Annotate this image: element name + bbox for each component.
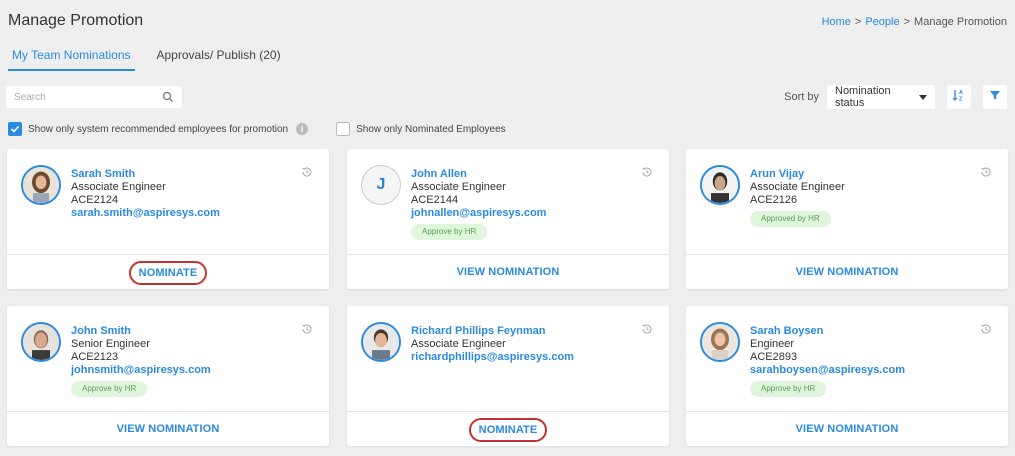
history-icon[interactable] [301,322,313,340]
page-title: Manage Promotion [8,12,144,29]
avatar [21,165,61,205]
employee-card: Arun Vijay Associate Engineer ACE2126 Ap… [686,149,1008,289]
checkbox-checked-icon[interactable] [8,122,22,136]
nominate-button[interactable]: NOMINATE [128,261,208,285]
view-nomination-button[interactable]: VIEW NOMINATION [117,423,220,435]
breadcrumb-separator: > [903,16,911,28]
sort-az-icon: A Z [952,88,966,107]
employee-name[interactable]: John Smith [71,325,211,338]
filter-icon [989,88,1001,106]
employee-role: Senior Engineer [71,338,150,350]
info-icon[interactable]: i [296,123,309,135]
employee-name[interactable]: Sarah Smith [71,168,220,181]
tab-approvals-publish[interactable]: Approvals/ Publish (20) [153,46,291,71]
employee-code: ACE2144 [411,194,459,206]
svg-text:A: A [959,90,963,96]
avatar [700,165,740,205]
history-icon[interactable] [980,165,992,183]
employee-email[interactable]: sarahboysen@aspiresys.com [750,364,905,377]
breadcrumb-current: Manage Promotion [914,16,1007,28]
tab-my-team-nominations[interactable]: My Team Nominations [8,46,135,71]
avatar [361,322,401,362]
status-badge: Approved by HR [750,211,831,227]
status-badge: Approve by HR [750,381,827,397]
avatar: J [361,165,401,205]
employee-role: Associate Engineer [411,181,506,193]
filter-checkboxes: Show only system recommended employees f… [8,122,506,136]
status-badge: Approve by HR [411,224,488,240]
employee-email[interactable]: sarah.smith@aspiresys.com [71,207,220,220]
search-box [6,86,182,108]
employee-card: Sarah Smith Associate Engineer ACE2124 s… [7,149,329,289]
breadcrumb-separator: > [854,16,862,28]
employee-name[interactable]: Arun Vijay [750,168,845,181]
breadcrumb-people[interactable]: People [865,16,899,28]
view-nomination-button[interactable]: VIEW NOMINATION [457,266,560,278]
caret-down-icon [919,94,927,100]
recommended-checkbox[interactable]: Show only system recommended employees f… [8,122,309,136]
history-icon[interactable] [641,165,653,183]
recommended-label: Show only system recommended employees f… [28,123,289,135]
employee-role: Associate Engineer [750,181,845,193]
sort-order-button[interactable]: A Z [947,85,971,109]
filter-button[interactable] [983,85,1007,109]
employee-email[interactable]: richardphillips@aspiresys.com [411,351,574,364]
tab-bar: My Team Nominations Approvals/ Publish (… [8,46,291,71]
sort-bar: Sort by Nomination status A Z [784,85,1007,109]
employee-code: ACE2893 [750,351,798,363]
employee-email[interactable]: johnsmith@aspiresys.com [71,364,211,377]
employee-email[interactable]: johnallen@aspiresys.com [411,207,546,220]
employee-role: Engineer [750,338,795,350]
employee-role: Associate Engineer [411,338,506,350]
employee-card: J John Allen Associate Engineer ACE2144 … [347,149,669,289]
view-nomination-button[interactable]: VIEW NOMINATION [796,266,899,278]
search-icon[interactable] [162,91,174,103]
avatar [700,322,740,362]
employee-code: ACE2124 [71,194,119,206]
avatar [21,322,61,362]
employee-code: ACE2123 [71,351,119,363]
sort-select[interactable]: Nomination status [827,85,935,109]
nominated-label: Show only Nominated Employees [356,123,506,135]
employee-name[interactable]: John Allen [411,168,546,181]
employee-card: Richard Phillips Feynman Associate Engin… [347,306,669,446]
breadcrumb-home[interactable]: Home [822,16,851,28]
view-nomination-button[interactable]: VIEW NOMINATION [796,423,899,435]
sort-label: Sort by [784,91,819,103]
nominated-checkbox[interactable]: Show only Nominated Employees [336,122,506,136]
employee-card: John Smith Senior Engineer ACE2123 johns… [7,306,329,446]
sort-value: Nomination status [835,85,891,109]
employee-role: Associate Engineer [71,181,166,193]
search-input[interactable] [14,91,154,103]
breadcrumb: Home > People > Manage Promotion [822,16,1007,28]
nominate-button[interactable]: NOMINATE [468,418,548,442]
status-badge: Approve by HR [71,381,148,397]
employee-name[interactable]: Richard Phillips Feynman [411,325,574,338]
svg-text:Z: Z [959,96,963,102]
history-icon[interactable] [641,322,653,340]
employee-code: ACE2126 [750,194,798,206]
history-icon[interactable] [301,165,313,183]
history-icon[interactable] [980,322,992,340]
checkbox-unchecked-icon[interactable] [336,122,351,136]
employee-card: Sarah Boysen Engineer ACE2893 sarahboyse… [686,306,1008,446]
employee-name[interactable]: Sarah Boysen [750,325,905,338]
